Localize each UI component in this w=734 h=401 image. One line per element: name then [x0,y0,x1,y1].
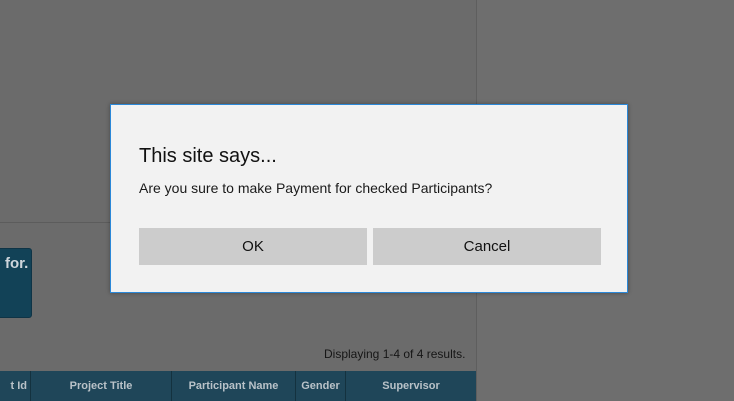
dialog-message: Are you sure to make Payment for checked… [139,180,493,196]
confirm-dialog: This site says... Are you sure to make P… [110,104,628,293]
column-header-gender[interactable]: Gender [296,371,346,401]
column-header-supervisor[interactable]: Supervisor [346,371,476,401]
table-header: t Id Project Title Participant Name Gend… [0,371,476,401]
cancel-button[interactable]: Cancel [373,228,601,265]
dialog-title: This site says... [139,145,277,167]
side-card[interactable]: for. [0,248,32,318]
column-header-project-id[interactable]: t Id [0,371,31,401]
column-header-participant-name[interactable]: Participant Name [172,371,296,401]
side-card-text: for. [5,255,29,272]
results-summary: Displaying 1-4 of 4 results. [324,347,466,361]
column-header-project-title[interactable]: Project Title [31,371,172,401]
ok-button[interactable]: OK [139,228,367,265]
